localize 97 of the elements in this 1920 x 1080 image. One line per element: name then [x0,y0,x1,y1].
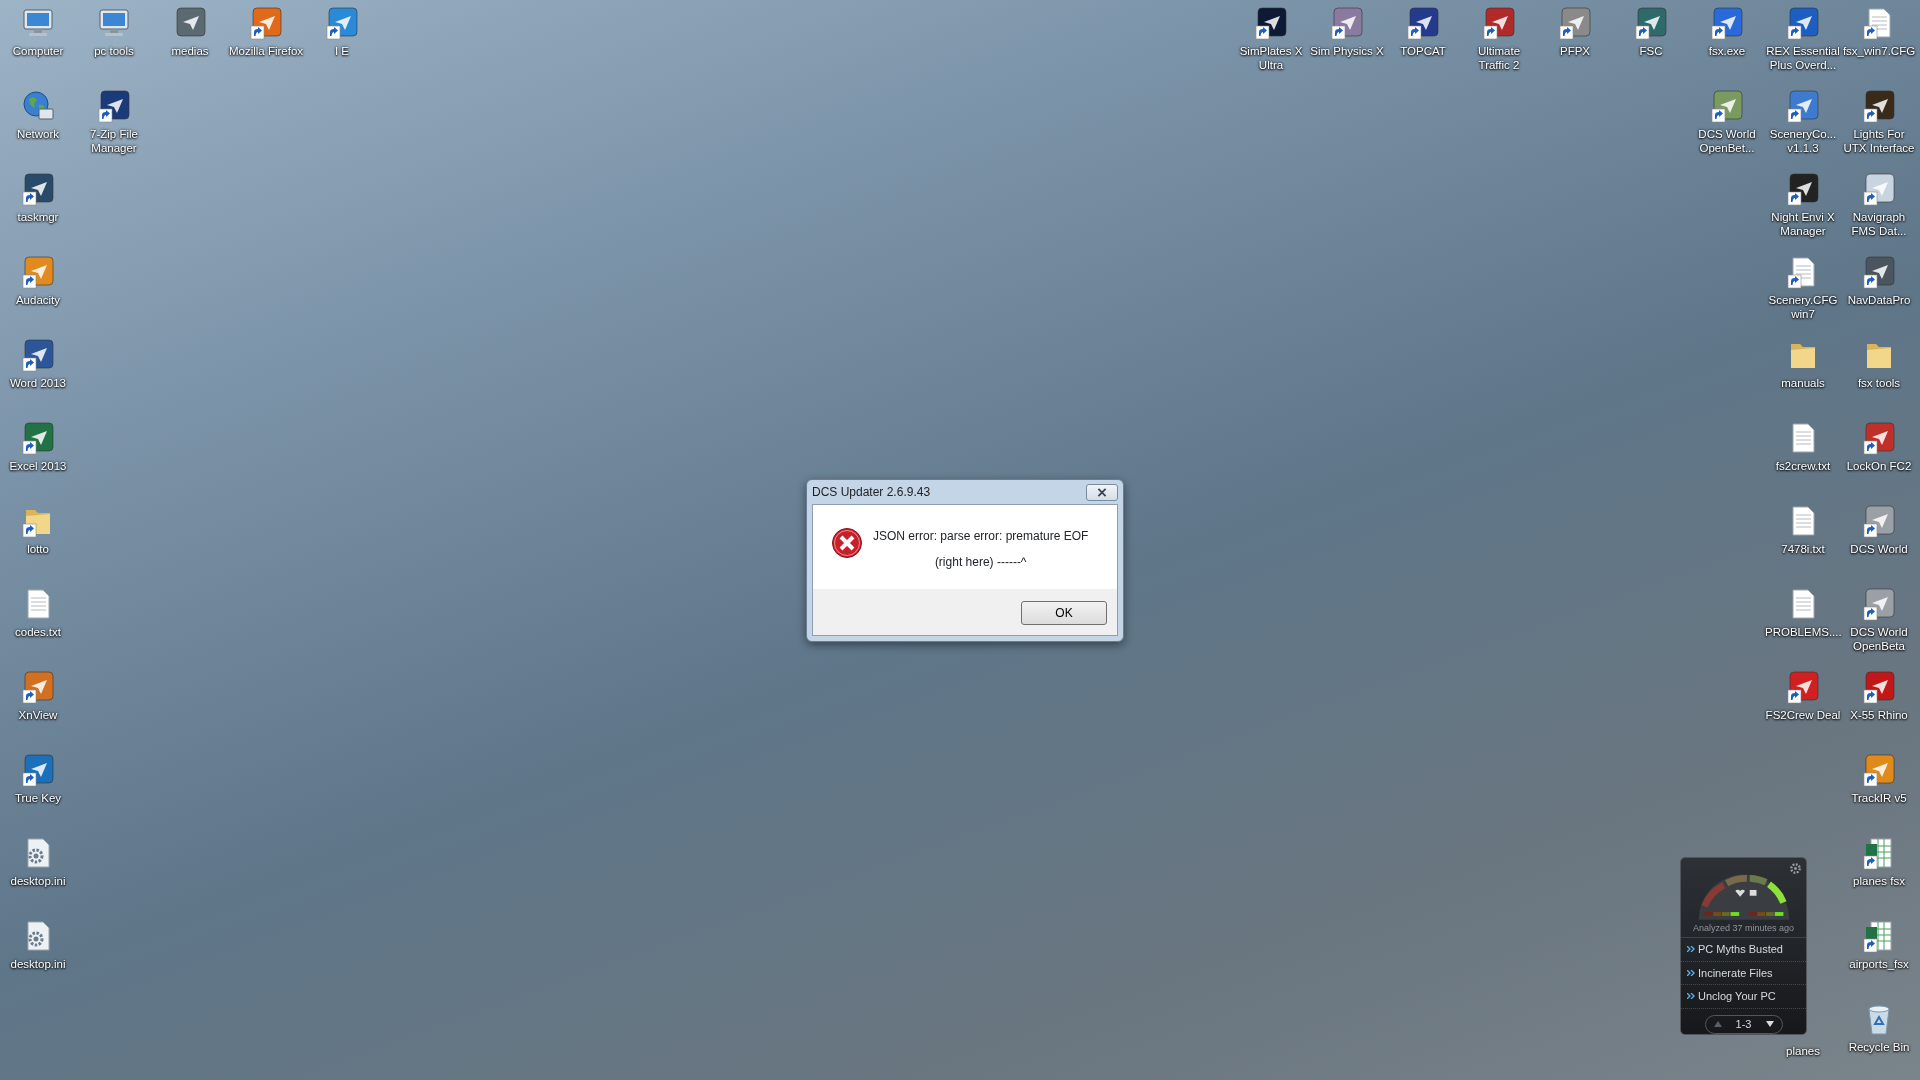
desktop-icon-label[interactable]: Sim Physics X [1310,44,1384,58]
app-icon[interactable] [21,753,55,787]
desktop-icon-label[interactable]: TrackIR v5 [1851,791,1907,805]
desktop-icon-label[interactable]: fs2crew.txt [1775,459,1831,473]
status-text: Analyzed 37 minutes ago [1681,921,1806,939]
globe-icon[interactable] [21,89,55,123]
app-icon[interactable] [21,255,55,289]
double-chevron-icon [1687,993,1695,1000]
ok-button[interactable]: OK [1021,601,1107,625]
desktop-icon-label[interactable]: planes [1765,1044,1841,1058]
app-icon[interactable] [21,670,55,704]
desktop-icon-label[interactable]: SimPlates X Ultra [1233,44,1309,72]
app-icon[interactable] [21,421,55,455]
desktop-icon-label[interactable]: manuals [1781,376,1825,390]
app-icon[interactable] [1634,6,1668,40]
app-icon[interactable] [97,89,131,123]
app-icon[interactable] [1558,6,1592,40]
app-icon[interactable] [1330,6,1364,40]
desktop-icon-label[interactable]: REX Essential Plus Overd... [1765,44,1841,72]
close-button[interactable] [1086,483,1118,501]
desktop-icon-label[interactable]: desktop.ini [10,957,66,971]
app-icon[interactable] [1862,670,1896,704]
double-chevron-icon [1687,969,1695,976]
desktop-icon-label[interactable]: airports_fsx [1849,957,1909,971]
app-icon[interactable] [325,6,359,40]
desktop-icon-label[interactable]: Lights For UTX Interface [1841,127,1917,155]
app-icon[interactable] [21,338,55,372]
app-icon[interactable] [1786,172,1820,206]
desktop-icon-label[interactable]: 7478i.txt [1781,542,1825,556]
desktop-icon-label[interactable]: 7-Zip File Manager [76,127,152,155]
desktop-icon-label[interactable]: Recycle Bin [1848,1040,1910,1054]
page-range-text: 1-3 [1735,1017,1752,1033]
app-icon[interactable] [1786,89,1820,123]
desktop-icon-label[interactable]: planes fsx [1853,874,1905,888]
desktop-icon-label[interactable]: pc tools [94,44,134,58]
app-icon[interactable] [1710,89,1744,123]
desktop-icon-label[interactable]: SceneryCo... v1.1.3 [1765,127,1841,155]
double-chevron-icon [1687,946,1695,953]
close-icon [1097,487,1107,497]
app-icon[interactable] [249,6,283,40]
up-arrow-icon[interactable] [1713,1021,1722,1028]
desktop-icon-label[interactable]: Night Envi X Manager [1765,210,1841,238]
app-icon[interactable] [1862,753,1896,787]
gadget-link[interactable]: Unclog Your PC [1681,985,1806,1009]
desktop-icon-label[interactable]: Computer [12,44,64,58]
settings-icon[interactable] [1789,862,1802,875]
desktop-icon-label[interactable]: I E [334,44,350,58]
app-icon[interactable] [1406,6,1440,40]
desktop-icon-label[interactable]: fsx tools [1857,376,1901,390]
desktop-icon-label[interactable]: DCS World [1850,542,1908,556]
desktop-icon-label[interactable]: Audacity [15,293,61,307]
app-icon[interactable] [1862,172,1896,206]
app-icon[interactable] [21,172,55,206]
desktop-icon-label[interactable]: True Key [14,791,62,805]
gadget-link[interactable]: Incinerate Files [1681,961,1806,986]
desktop-icon-label[interactable]: Word 2013 [9,376,66,390]
desktop-icon-label[interactable]: Mozilla Firefox [228,44,304,58]
desktop-icon-label[interactable]: XnView [18,708,58,722]
desktop-icon-label[interactable]: Excel 2013 [9,459,67,473]
dialog-title: DCS Updater 2.6.9.43 [812,484,931,501]
app-icon[interactable] [1710,6,1744,40]
desktop-icon-label[interactable]: fsx_win7.CFG [1842,44,1916,58]
desktop-icon-label[interactable]: FS2Crew Deal [1765,708,1841,722]
desktop-icon-label[interactable]: FSC [1639,44,1663,58]
app-icon[interactable] [1786,670,1820,704]
gadget-link[interactable]: PC Myths Busted [1681,938,1806,962]
desktop-icon-label[interactable]: DCS World OpenBeta [1841,625,1917,653]
desktop-icon-label[interactable]: LockOn FC2 [1846,459,1912,473]
desktop-icon-label[interactable]: Network [16,127,60,141]
desktop-icon-label[interactable]: DCS World OpenBet... [1689,127,1765,155]
error-icon [831,527,863,559]
error-message: JSON error: parse error: premature EOF [873,528,1089,545]
desktop-icon-label[interactable]: medias [171,44,209,58]
app-icon[interactable] [173,6,207,40]
down-arrow-icon[interactable] [1765,1021,1774,1028]
desktop-icon-label[interactable]: PFPX [1559,44,1590,58]
desktop-icon-label[interactable]: Scenery.CFG win7 [1765,293,1841,321]
app-icon[interactable] [1254,6,1288,40]
desktop-icon-label[interactable]: fsx.exe [1708,44,1746,58]
app-icon[interactable] [1862,504,1896,538]
desktop-icon-label[interactable]: NavDataPro [1847,293,1911,307]
error-detail: (right here) ------^ [934,554,1027,571]
desktop-icon-label[interactable]: taskmgr [17,210,59,224]
app-icon[interactable] [1786,6,1820,40]
desktop-icon-label[interactable]: TOPCAT [1400,44,1446,58]
desktop-icon-label[interactable]: Navigraph FMS Dat... [1841,210,1917,238]
desktop-icon-label[interactable]: lotto [27,542,49,556]
app-icon[interactable] [1862,89,1896,123]
desktop-icon-label[interactable]: desktop.ini [10,874,66,888]
app-icon[interactable] [1482,6,1516,40]
desktop-icon-label[interactable]: codes.txt [15,625,61,639]
app-icon[interactable] [1862,587,1896,621]
desktop-icon-label[interactable]: X-55 Rhino [1850,708,1908,722]
app-icon[interactable] [1862,421,1896,455]
desktop-icon-label[interactable]: PROBLEMS.... [1765,625,1841,639]
app-icon[interactable] [1862,255,1896,289]
desktop-icon-label[interactable]: Ultimate Traffic 2 [1461,44,1537,72]
